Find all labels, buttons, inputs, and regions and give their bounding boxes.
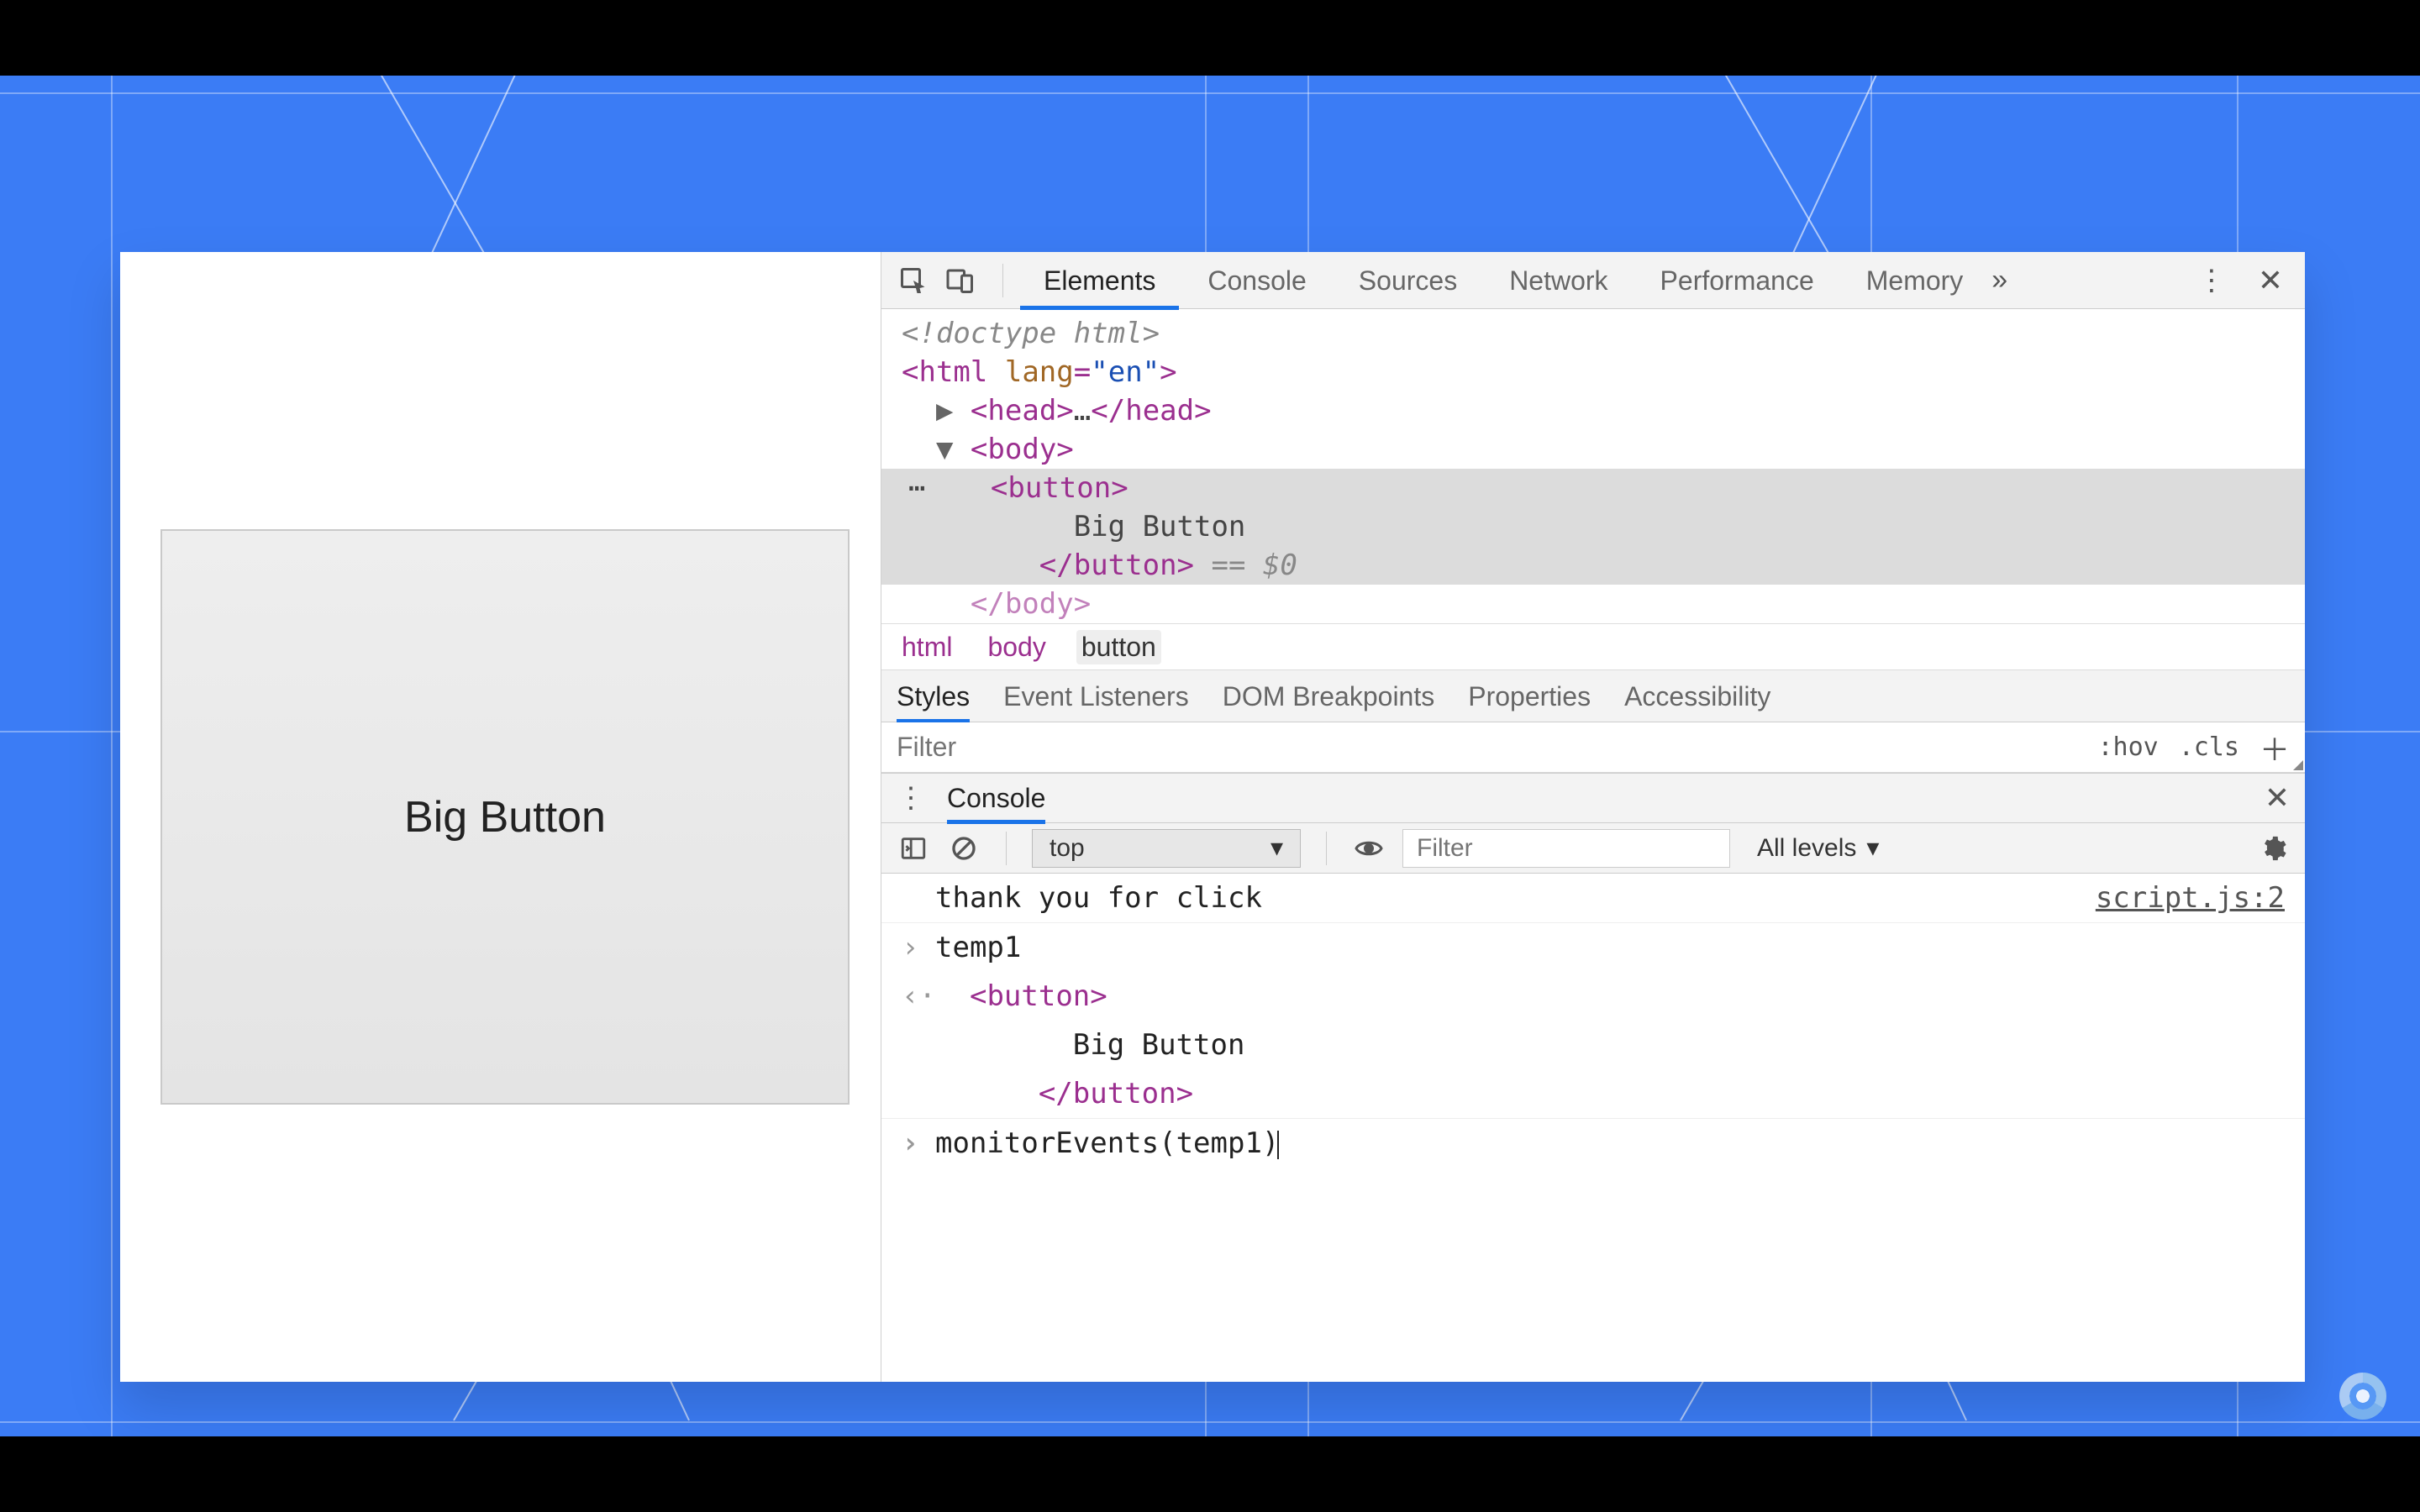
- hov-toggle[interactable]: :hov: [2097, 732, 2158, 762]
- dom-line-selected[interactable]: Big Button: [881, 507, 2305, 546]
- log-source-link[interactable]: script.js:2: [2096, 877, 2285, 919]
- log-levels-select[interactable]: All levels ▾: [1747, 829, 1889, 868]
- device-toggle-icon[interactable]: [944, 264, 977, 297]
- execution-context-select[interactable]: top ▾: [1032, 829, 1301, 868]
- console-prompt-row[interactable]: › monitorEvents(temp1): [881, 1119, 2305, 1168]
- devtools-menu-icon[interactable]: ⋮: [2197, 264, 2226, 297]
- levels-label: All levels: [1757, 834, 1856, 863]
- big-button[interactable]: Big Button: [160, 529, 850, 1105]
- dom-line[interactable]: <html lang="en">: [881, 353, 2305, 391]
- live-expression-icon[interactable]: [1352, 832, 1386, 865]
- toolbar-separator: [1006, 832, 1007, 865]
- tab-sources[interactable]: Sources: [1335, 252, 1481, 309]
- console-drawer-tab[interactable]: Console: [947, 773, 1045, 823]
- cls-toggle[interactable]: .cls: [2179, 732, 2239, 762]
- console-log-row[interactable]: thank you for click script.js:2: [881, 874, 2305, 923]
- styles-subtab-bar: Styles Event Listeners DOM Breakpoints P…: [881, 670, 2305, 722]
- console-drawer-header: ⋮ Console ✕: [881, 773, 2305, 823]
- crumb-button[interactable]: button: [1076, 630, 1161, 664]
- console-filter-input[interactable]: [1417, 834, 1716, 863]
- console-drawer-menu-icon[interactable]: ⋮: [897, 781, 925, 815]
- styles-filter-input[interactable]: [897, 722, 2097, 772]
- styles-filter-bar: :hov .cls ＋: [881, 722, 2305, 773]
- dom-line[interactable]: <!doctype html>: [881, 314, 2305, 353]
- toolbar-separator: [1326, 832, 1327, 865]
- dom-tree-panel[interactable]: <!doctype html> <html lang="en"> ▶ <head…: [881, 309, 2305, 623]
- subtab-properties[interactable]: Properties: [1468, 670, 1591, 722]
- clear-console-icon[interactable]: [947, 832, 981, 865]
- console-filter-box: [1402, 829, 1730, 868]
- console-sidebar-toggle-icon[interactable]: [897, 832, 930, 865]
- tab-network[interactable]: Network: [1486, 252, 1631, 309]
- context-label: top: [1050, 834, 1085, 863]
- console-input-row[interactable]: › temp1: [881, 923, 2305, 972]
- toolbar-separator: [1002, 264, 1003, 297]
- text-cursor: [1277, 1131, 1279, 1159]
- console-output-row[interactable]: Big Button: [881, 1021, 2305, 1069]
- chevron-down-icon: ▾: [1270, 833, 1283, 863]
- rendered-page-pane: Big Button: [120, 252, 881, 1382]
- subtab-styles[interactable]: Styles: [897, 670, 970, 722]
- dom-line-selected[interactable]: ⋯ <button>: [881, 469, 2305, 507]
- browser-devtools-window: Big Button Elements: [120, 252, 2305, 1382]
- chevron-down-icon: ▾: [1866, 833, 1879, 863]
- presentation-background: Big Button Elements: [0, 76, 2420, 1436]
- console-log-area[interactable]: thank you for click script.js:2 › temp1 …: [881, 874, 2305, 1382]
- console-output-row[interactable]: ‹· <button>: [881, 972, 2305, 1021]
- tabs-overflow-icon[interactable]: »: [1991, 264, 2007, 297]
- tab-performance[interactable]: Performance: [1637, 252, 1838, 309]
- dom-line[interactable]: ▶ <head>…</head>: [881, 391, 2305, 430]
- console-drawer-close-icon[interactable]: ✕: [2265, 780, 2290, 816]
- dom-line-selected[interactable]: </button> == $0: [881, 546, 2305, 585]
- tab-elements[interactable]: Elements: [1020, 252, 1179, 309]
- resize-corner-icon[interactable]: [2293, 760, 2303, 770]
- inspect-icon[interactable]: [897, 264, 930, 297]
- devtools-close-icon[interactable]: ✕: [2251, 263, 2290, 298]
- dom-breadcrumb: html body button: [881, 623, 2305, 670]
- subtab-accessibility[interactable]: Accessibility: [1624, 670, 1770, 722]
- dom-line[interactable]: ▼ <body>: [881, 430, 2305, 469]
- subtab-event-listeners[interactable]: Event Listeners: [1003, 670, 1189, 722]
- subtab-dom-breakpoints[interactable]: DOM Breakpoints: [1223, 670, 1435, 722]
- devtools-panel: Elements Console Sources Network Perform…: [881, 252, 2305, 1382]
- console-toolbar: top ▾ All levels ▾: [881, 823, 2305, 874]
- console-settings-icon[interactable]: [2256, 832, 2290, 865]
- devtools-tabbar: Elements Console Sources Network Perform…: [881, 252, 2305, 309]
- chrome-logo-icon: [2339, 1373, 2386, 1420]
- dom-line[interactable]: </body>: [881, 585, 2305, 623]
- crumb-html[interactable]: html: [897, 630, 957, 664]
- tab-console[interactable]: Console: [1184, 252, 1329, 309]
- tab-memory[interactable]: Memory: [1843, 252, 1987, 309]
- crumb-body[interactable]: body: [982, 630, 1050, 664]
- console-output-row[interactable]: </button>: [881, 1069, 2305, 1119]
- new-style-rule-icon[interactable]: ＋: [2260, 726, 2290, 769]
